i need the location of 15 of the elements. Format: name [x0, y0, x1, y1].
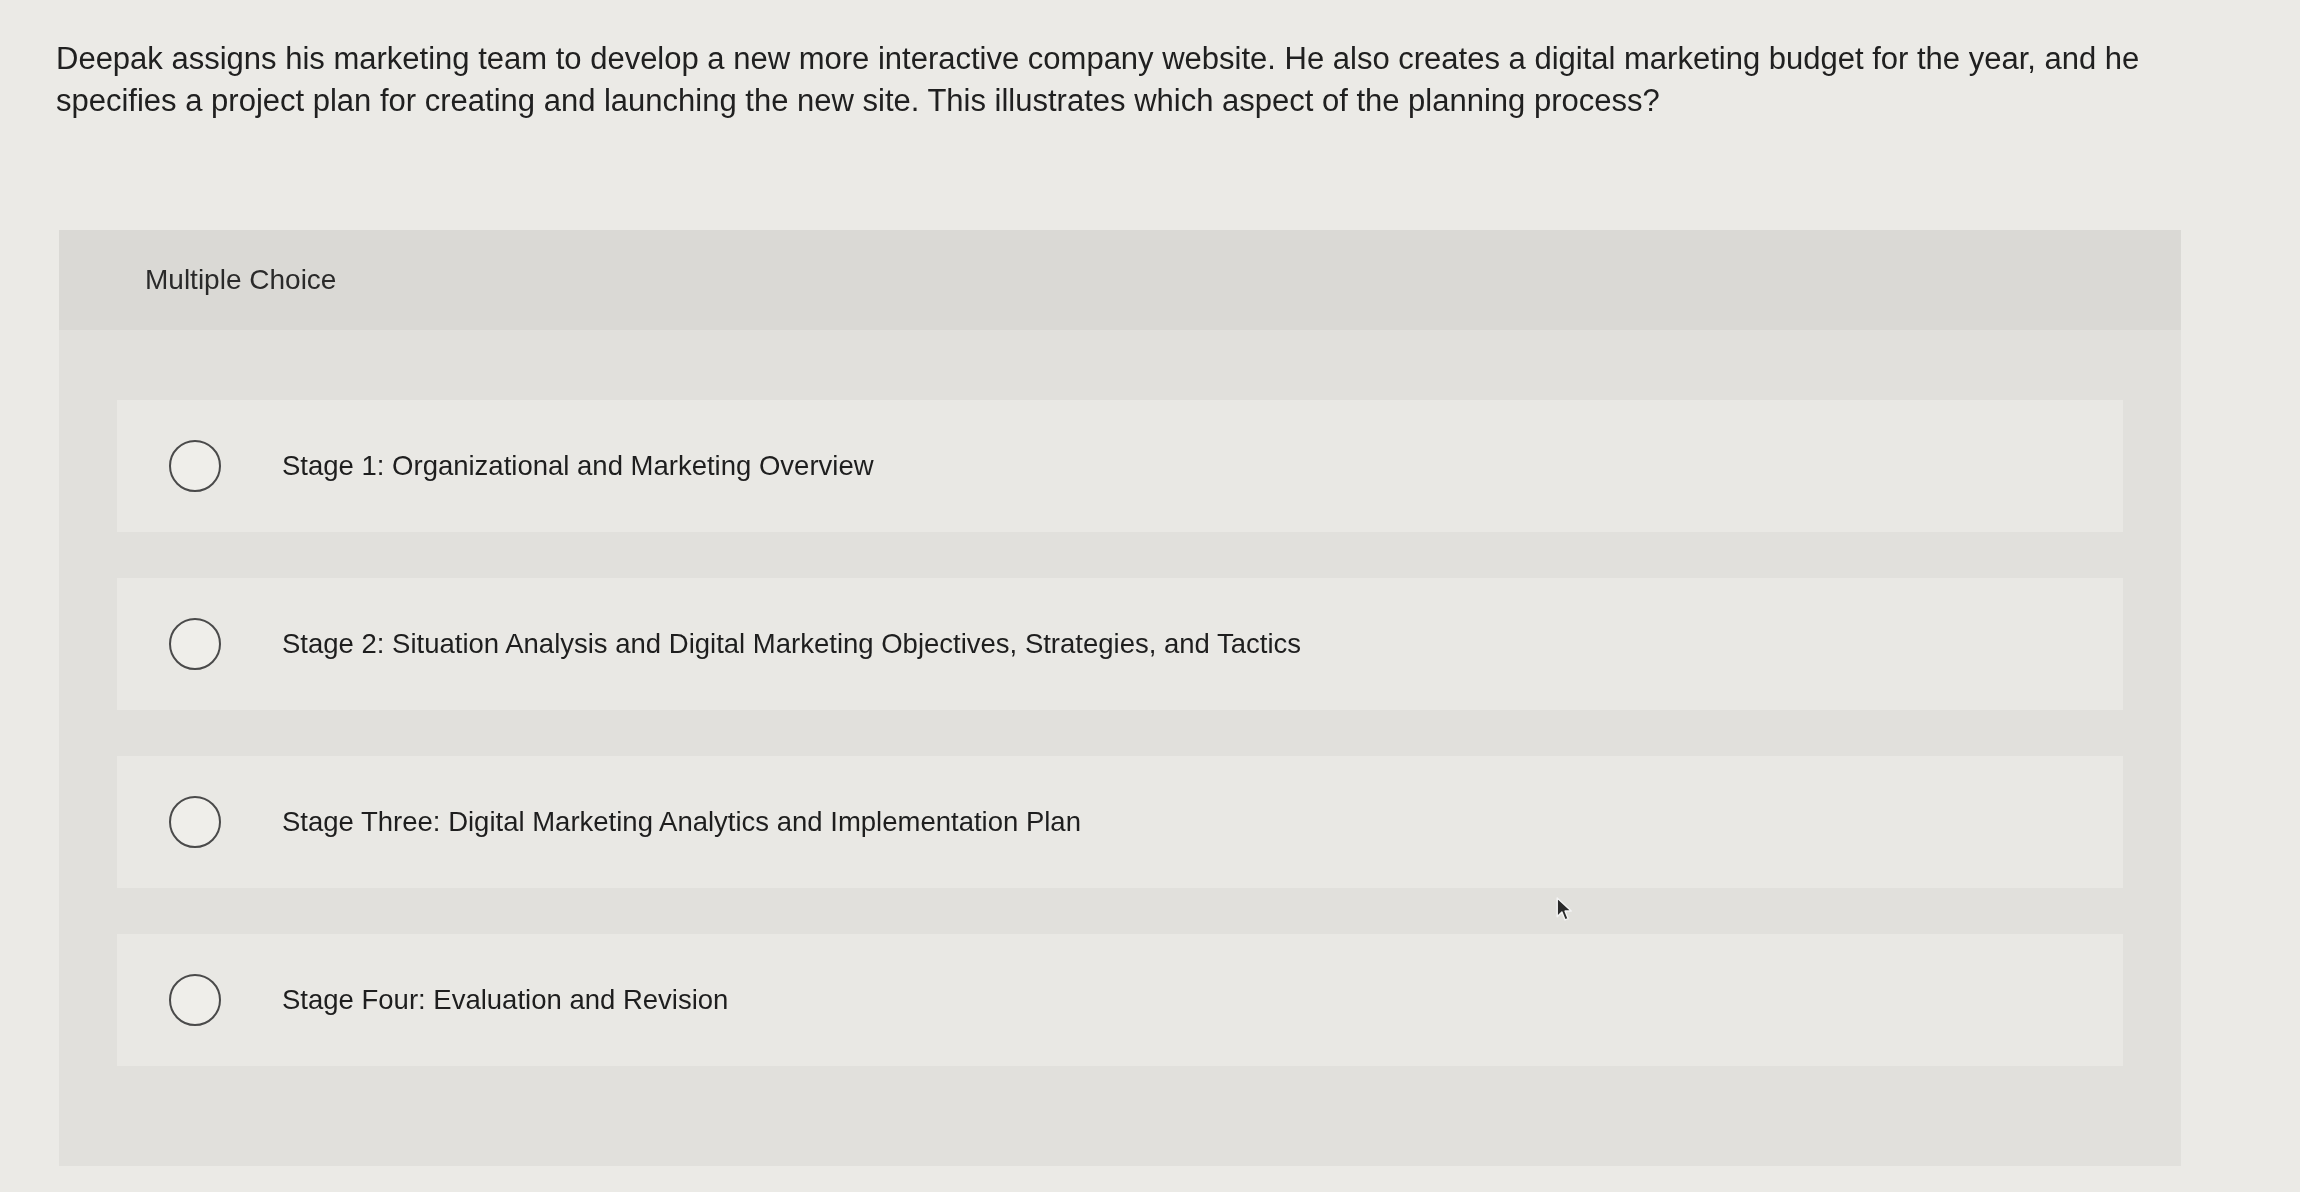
option-label: Stage 2: Situation Analysis and Digital Marketing Objectives, Strategies, and Tactics [282, 628, 1302, 660]
answer-option[interactable]: Stage 1: Organizational and Marketing Overview [117, 400, 2123, 532]
answer-option[interactable]: Stage Four: Evaluation and Revision [117, 934, 2123, 1066]
radio-button[interactable] [169, 796, 221, 848]
option-label: Stage Three: Digital Marketing Analytics and Implementation Plan [282, 806, 1081, 838]
option-label: Stage 1: Organizational and Marketing Overview [282, 450, 874, 482]
radio-button[interactable] [169, 440, 221, 492]
panel-title: Multiple Choice [145, 264, 337, 296]
option-label: Stage Four: Evaluation and Revision [282, 984, 729, 1016]
answer-option[interactable]: Stage Three: Digital Marketing Analytics and Implementation Plan [117, 756, 2123, 888]
answer-option[interactable]: Stage 2: Situation Analysis and Digital Marketing Objectives, Strategies, and Tactics [117, 578, 2123, 710]
radio-button[interactable] [169, 618, 221, 670]
radio-button[interactable] [169, 974, 221, 1026]
pointer-icon [1556, 897, 1573, 922]
question-text: Deepak assigns his marketing team to develop a new more interactive company website. He also creates a digital marketing budget for the year, and he specifies a project plan for creating and launching the new site. This illustrates which aspect of the planning process? [56, 40, 2141, 120]
